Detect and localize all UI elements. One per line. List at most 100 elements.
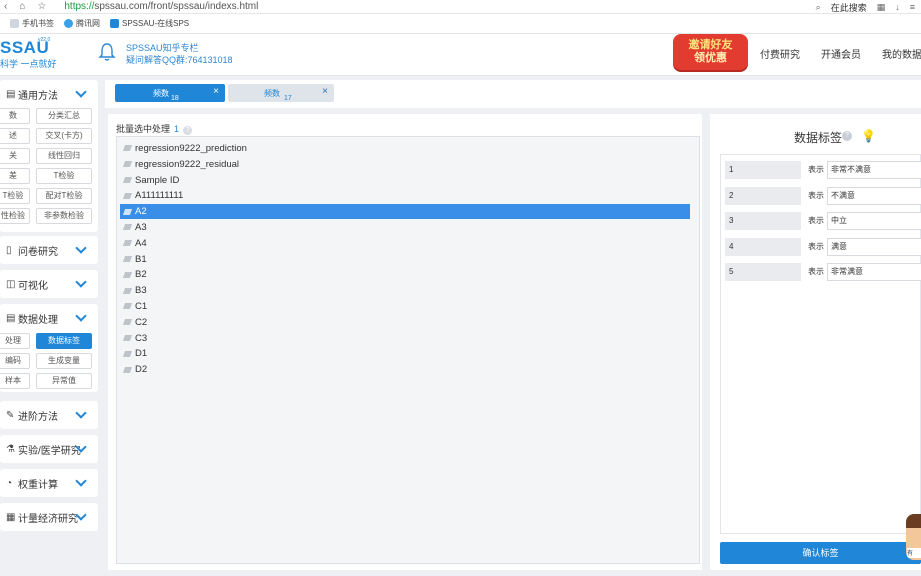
sidebar-header-general[interactable]: ▤ 通用方法 <box>0 80 98 108</box>
method-button[interactable]: 性检验 <box>0 208 30 224</box>
download-icon[interactable]: ↓ <box>895 2 900 12</box>
variable-item[interactable]: C2 <box>120 315 690 330</box>
tab-count: 18 <box>171 95 179 102</box>
bookmark-tencent[interactable]: 腾讯网 <box>64 18 100 29</box>
tag-icon <box>122 177 133 184</box>
url-protocol: https:// <box>64 1 95 12</box>
help-icon[interactable]: ? <box>842 131 852 141</box>
menu-icon[interactable]: ≡ <box>910 2 915 12</box>
bookmark-mobile[interactable]: 手机书签 <box>10 18 54 29</box>
method-button[interactable]: 编码 <box>0 353 30 369</box>
nav-my-data[interactable]: 我的数据 <box>882 46 921 61</box>
method-button[interactable]: 差 <box>0 168 30 184</box>
search-icon[interactable]: ⌕ <box>816 2 821 13</box>
variable-item[interactable]: A4 <box>120 236 690 251</box>
sidebar-section-survey[interactable]: ▯ 问卷研究 <box>0 236 98 264</box>
chevron-down-icon <box>75 86 87 98</box>
close-icon[interactable]: × <box>322 86 328 97</box>
nav-membership[interactable]: 开通会员 <box>821 46 861 61</box>
label-means: 表示 <box>808 241 824 251</box>
nav-paid-research[interactable]: 付费研究 <box>760 46 800 61</box>
data-label-button[interactable]: 数据标签 <box>36 333 92 349</box>
label-value-input[interactable]: 中立 <box>827 212 921 230</box>
label-value-input[interactable]: 满意 <box>827 237 921 256</box>
label-rows: 1 表示 非常不满意 2 表示 不满意 3 表示 中立 4 表示 满意 5 表示 非常满意 <box>720 154 921 534</box>
method-button[interactable]: 异常值 <box>36 373 92 389</box>
method-button[interactable]: 线性回归 <box>36 148 92 164</box>
tab-frequency[interactable]: 频数 17 × <box>228 84 334 102</box>
method-button[interactable]: T检验 <box>0 188 30 204</box>
qr-icon[interactable]: ▦ <box>877 2 886 13</box>
variable-item[interactable]: regression9222_residual <box>120 157 690 172</box>
variable-item[interactable]: B1 <box>120 252 690 267</box>
method-button[interactable]: 数 <box>0 108 30 124</box>
section-title: 权重计算 <box>18 479 58 491</box>
method-button[interactable]: 述 <box>0 128 30 144</box>
bookmark-spssau[interactable]: SPSSAU-在线SPS <box>110 18 189 29</box>
bookmark-label: SPSSAU-在线SPS <box>122 19 190 28</box>
back-icon[interactable]: ‹ <box>4 1 7 12</box>
method-button[interactable]: T检验 <box>36 168 92 184</box>
tab-frequency-active[interactable]: 频数 18 × <box>115 84 225 102</box>
variable-item[interactable]: C3 <box>120 331 690 346</box>
help-icon[interactable]: ? <box>183 126 193 135</box>
variable-item[interactable]: B2 <box>120 267 690 282</box>
tab-bar: 频数 18 × 频数 17 × <box>105 80 921 108</box>
browser-search-hint[interactable]: 在此搜索 <box>831 1 867 14</box>
bookmark-star-icon[interactable]: ☆ <box>37 1 46 12</box>
sidebar-section-general: ▤ 通用方法 数 分类汇总 述 交叉(卡方) 关 线性回归 差 T检验 T检验 … <box>0 80 98 232</box>
sidebar: ▤ 通用方法 数 分类汇总 述 交叉(卡方) 关 线性回归 差 T检验 T检验 … <box>0 80 98 576</box>
notice[interactable]: SPSSAU知乎专栏 疑问解答QQ群:764131018 <box>126 42 233 66</box>
variable-item[interactable]: D2 <box>120 362 690 377</box>
bookmark-label: 腾讯网 <box>76 19 100 28</box>
method-button[interactable]: 样本 <box>0 373 30 389</box>
variable-item[interactable]: A3 <box>120 220 690 235</box>
method-button[interactable]: 分类汇总 <box>36 108 92 124</box>
variable-item[interactable]: C1 <box>120 299 690 314</box>
bookmark-label: 手机书签 <box>22 19 54 28</box>
section-title: 进阶方法 <box>18 411 58 423</box>
label-row: 5 表示 非常满意 <box>725 263 921 281</box>
confirm-label-button[interactable]: 确认标签 <box>720 542 921 564</box>
method-button[interactable]: 生成变量 <box>36 353 92 369</box>
home-icon[interactable]: ⌂ <box>19 1 25 12</box>
variable-name: regression9222_prediction <box>135 143 247 154</box>
promo-banner[interactable]: 邀请好友 领优惠 <box>673 34 748 70</box>
sidebar-header-data[interactable]: ▤ 数据处理 <box>0 304 98 332</box>
variable-item[interactable]: A111111111 <box>120 188 690 203</box>
sidebar-section-advanced[interactable]: ✎ 进阶方法 <box>0 401 98 429</box>
bell-icon[interactable] <box>98 42 116 62</box>
label-value-input[interactable]: 非常不满意 <box>827 161 921 179</box>
variable-item[interactable]: B3 <box>120 283 690 298</box>
variable-item[interactable]: regression9222_prediction <box>120 141 690 156</box>
method-button[interactable]: 配对T检验 <box>36 188 92 204</box>
batch-select-header: 批量选中处理 1? <box>116 122 193 135</box>
lightbulb-icon[interactable]: 💡 <box>861 129 876 143</box>
label-value-input[interactable]: 非常满意 <box>827 263 921 281</box>
browser-nav: ‹ ⌂ ☆ <box>0 1 46 12</box>
logo[interactable]: SSAU v22.0 科学 一点就好 <box>0 37 57 70</box>
tencent-icon <box>64 19 73 28</box>
bookmarks-bar: 手机书签 腾讯网 SPSSAU-在线SPS <box>0 14 921 34</box>
section-title: 可视化 <box>18 280 48 292</box>
variable-item[interactable]: A2 <box>120 204 690 220</box>
sidebar-section-weight[interactable]: ◔ 权重计算 <box>0 469 98 497</box>
variable-panel: 批量选中处理 1? regression9222_predictionregres… <box>108 114 702 570</box>
variable-item[interactable]: D1 <box>120 346 690 361</box>
address-field[interactable]: https://spssau.com/front/spssau/indexs.h… <box>64 1 258 12</box>
sidebar-section-visual[interactable]: ◫ 可视化 <box>0 270 98 298</box>
document-icon: ▯ <box>6 244 12 256</box>
label-row: 4 表示 满意 <box>725 237 921 256</box>
method-button[interactable]: 处理 <box>0 333 30 349</box>
method-button[interactable]: 非参数检验 <box>36 208 92 224</box>
label-value-input[interactable]: 不满意 <box>827 186 921 205</box>
chevron-down-icon <box>75 407 87 419</box>
variable-item[interactable]: Sample ID <box>120 173 690 188</box>
close-icon[interactable]: × <box>213 86 219 97</box>
mascot-avatar[interactable]: 有 <box>906 514 921 560</box>
browser-toolbar: ⌕ 在此搜索 ▦ ↓ ≡ <box>816 0 915 14</box>
method-button[interactable]: 关 <box>0 148 30 164</box>
sidebar-section-econ[interactable]: ▦ 计量经济研究 <box>0 503 98 531</box>
sidebar-section-medical[interactable]: ⚗ 实验/医学研究 <box>0 435 98 463</box>
method-button[interactable]: 交叉(卡方) <box>36 128 92 144</box>
